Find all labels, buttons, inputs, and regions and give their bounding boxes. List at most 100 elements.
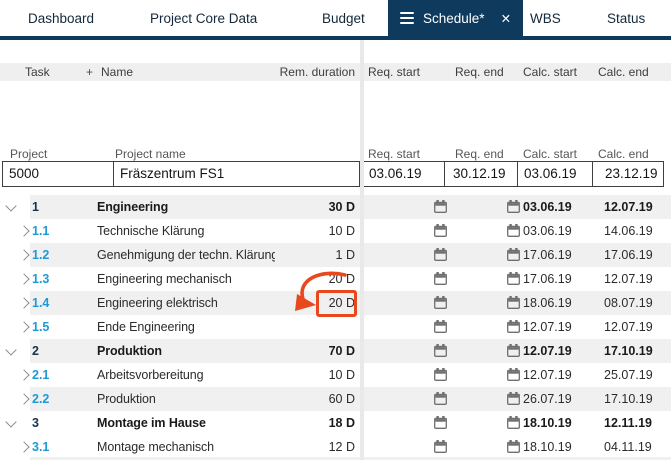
tab-label: Budget: [322, 11, 365, 26]
task-number: 2.1: [32, 363, 76, 387]
chevron-right-icon[interactable]: [18, 249, 29, 260]
task-calc-start: 03.06.19: [523, 219, 595, 243]
project-req-start-input[interactable]: 03.06.19: [363, 161, 445, 187]
project-id-input[interactable]: 5000: [2, 161, 114, 187]
chevron-down-icon[interactable]: [5, 416, 16, 427]
task-name: Montage mechanisch: [97, 435, 275, 459]
tab-schedule[interactable]: Schedule*✕: [388, 0, 523, 36]
calendar-icon[interactable]: [507, 440, 520, 453]
tab-wbs[interactable]: WBS: [530, 0, 561, 36]
task-calc-end: 17.10.19: [604, 339, 668, 363]
task-rem-duration: 60 D: [265, 387, 355, 411]
task-row[interactable]: 2Produktion70 D12.07.1917.10.19: [0, 339, 671, 363]
chevron-right-icon[interactable]: [18, 441, 29, 452]
task-number: 1.2: [32, 243, 76, 267]
col-header-calc-start: Calc. start: [523, 65, 577, 79]
task-calc-start: 12.07.19: [523, 363, 595, 387]
tab-budget[interactable]: Budget: [322, 0, 365, 36]
task-rem-duration: 18 D: [265, 411, 355, 435]
col-header-req-end: Req. end: [455, 65, 504, 79]
chevron-down-icon[interactable]: [5, 344, 16, 355]
calendar-icon[interactable]: [507, 368, 520, 381]
label-project-name: Project name: [115, 147, 186, 161]
task-calc-start: 18.10.19: [523, 435, 595, 459]
tab-bar: Dashboard Project Core Data Budget Schedule…: [0, 0, 671, 36]
task-number: 1: [32, 195, 76, 219]
tab-dashboard[interactable]: Dashboard: [28, 0, 94, 36]
task-calc-end: 17.10.19: [604, 387, 668, 411]
calendar-icon[interactable]: [434, 344, 447, 357]
close-icon[interactable]: ✕: [501, 11, 511, 26]
task-number: 3: [32, 411, 76, 435]
task-number: 2: [32, 339, 76, 363]
calendar-icon[interactable]: [434, 224, 447, 237]
chevron-right-icon[interactable]: [18, 225, 29, 236]
chevron-right-icon[interactable]: [18, 273, 29, 284]
annotation-highlight-box: [316, 290, 357, 317]
calendar-icon[interactable]: [507, 320, 520, 333]
task-name: Technische Klärung: [97, 219, 275, 243]
calendar-icon[interactable]: [507, 272, 520, 285]
label-project: Project: [10, 147, 47, 161]
calendar-icon[interactable]: [507, 224, 520, 237]
task-calc-end: 08.07.19: [604, 291, 668, 315]
task-calc-end: 25.07.19: [604, 363, 668, 387]
task-calc-start: 18.10.19: [523, 411, 595, 435]
calendar-icon[interactable]: [434, 368, 447, 381]
calendar-icon[interactable]: [434, 248, 447, 261]
calendar-icon[interactable]: [507, 200, 520, 213]
tab-project-core-data[interactable]: Project Core Data: [150, 0, 257, 36]
task-calc-end: 12.11.19: [604, 411, 668, 435]
calendar-icon[interactable]: [507, 416, 520, 429]
calendar-icon[interactable]: [434, 416, 447, 429]
task-name: Produktion: [97, 387, 275, 411]
project-name-input[interactable]: Fräszentrum FS1: [113, 161, 360, 187]
schedule-window: Dashboard Project Core Data Budget Schedule…: [0, 0, 671, 460]
task-row[interactable]: 2.2Produktion60 D26.07.1917.10.19: [0, 387, 671, 411]
task-row[interactable]: 3Montage im Hause18 D18.10.1912.11.19: [0, 411, 671, 435]
task-calc-start: 12.07.19: [523, 339, 595, 363]
calendar-icon[interactable]: [434, 440, 447, 453]
calendar-icon[interactable]: [434, 272, 447, 285]
task-name: Produktion: [97, 339, 275, 363]
task-name: Arbeitsvorbereitung: [97, 363, 275, 387]
task-row[interactable]: 1.1Technische Klärung10 D03.06.1914.06.1…: [0, 219, 671, 243]
task-name: Engineering mechanisch: [97, 267, 275, 291]
label-req-start: Req. start: [368, 147, 420, 161]
col-header-calc-end: Calc. end: [598, 65, 649, 79]
task-rem-duration: 30 D: [265, 195, 355, 219]
pane-splitter[interactable]: [360, 40, 364, 460]
task-row[interactable]: 2.1 Arbeitsvorbereitung10 D 12.07.19 25.07.…: [0, 363, 671, 387]
task-calc-end: 12.07.19: [604, 315, 668, 339]
plus-icon[interactable]: +: [86, 65, 93, 79]
calendar-icon[interactable]: [507, 248, 520, 261]
calendar-icon[interactable]: [507, 392, 520, 405]
project-calc-start-input[interactable]: 03.06.19: [517, 161, 593, 187]
chevron-right-icon[interactable]: [18, 321, 29, 332]
chevron-right-icon[interactable]: [18, 369, 29, 380]
task-calc-start: 17.06.19: [523, 243, 595, 267]
chevron-right-icon[interactable]: [18, 297, 29, 308]
task-rem-duration: 10 D: [265, 363, 355, 387]
task-calc-start: 12.07.19: [523, 315, 595, 339]
label-req-end: Req. end: [455, 147, 504, 161]
calendar-icon[interactable]: [434, 200, 447, 213]
task-name: Ende Engineering: [97, 315, 275, 339]
chevron-right-icon[interactable]: [18, 393, 29, 404]
calendar-icon[interactable]: [507, 296, 520, 309]
task-calc-end: 12.07.19: [604, 195, 668, 219]
project-calc-end-input[interactable]: 23.12.19: [592, 161, 664, 187]
hamburger-icon[interactable]: [400, 9, 414, 27]
tab-underline: [0, 36, 671, 40]
calendar-icon[interactable]: [434, 320, 447, 333]
task-row[interactable]: 1Engineering30 D03.06.1912.07.19: [0, 195, 671, 219]
calendar-icon[interactable]: [434, 392, 447, 405]
tab-label: WBS: [530, 11, 561, 26]
task-number: 2.2: [32, 387, 76, 411]
chevron-down-icon[interactable]: [5, 200, 16, 211]
project-req-end-input[interactable]: 30.12.19: [444, 161, 518, 187]
calendar-icon[interactable]: [507, 344, 520, 357]
calendar-icon[interactable]: [434, 296, 447, 309]
tab-status[interactable]: Status: [607, 0, 645, 36]
task-row[interactable]: 3.1Montage mechanisch12 D18.10.1904.11.1…: [0, 435, 671, 459]
